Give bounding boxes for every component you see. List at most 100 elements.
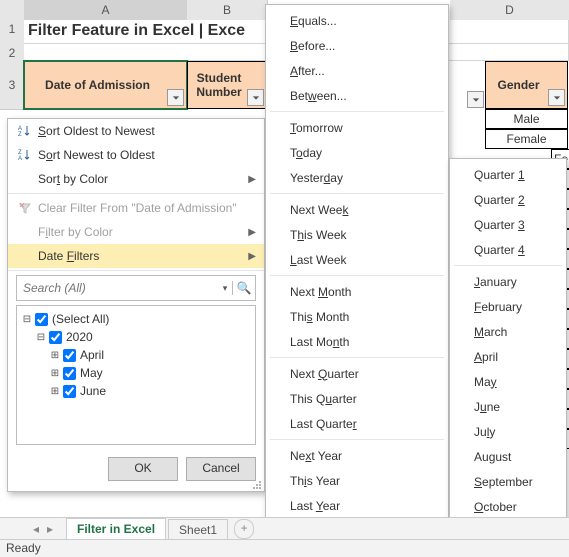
filter-button-D[interactable] [548, 89, 565, 106]
mi-july[interactable]: July [450, 419, 566, 444]
mi-last-week[interactable]: Last Week [266, 247, 448, 272]
label: Quarter 3 [474, 218, 525, 232]
submenu-arrow-icon: ▶ [248, 227, 256, 238]
tree-month-april[interactable]: ⊞ April [21, 346, 251, 364]
checkbox-2020[interactable] [49, 331, 62, 344]
filter-button-B[interactable] [247, 89, 264, 106]
header-gender[interactable]: Gender [485, 61, 568, 109]
mi-next-year[interactable]: Next Year [266, 443, 448, 468]
mi-last-quarter[interactable]: Last Quarter [266, 411, 448, 436]
filter-button-A[interactable] [167, 89, 184, 106]
mi-next-month[interactable]: Next Month [266, 279, 448, 304]
label: October [474, 500, 517, 514]
tab-nav-icons[interactable]: ◂▸ [30, 522, 56, 536]
label: May [80, 366, 103, 380]
mi-october[interactable]: October [450, 494, 566, 519]
label: August [474, 450, 511, 464]
separator [8, 193, 264, 194]
header-student-number[interactable]: Student Number [187, 61, 267, 109]
mi-this-week[interactable]: This Week [266, 222, 448, 247]
header-date-of-admission[interactable]: Date of Admission [24, 61, 187, 109]
checkbox-select-all[interactable] [35, 313, 48, 326]
tree-year-2020[interactable]: ⊟ 2020 [21, 328, 251, 346]
label: Equals... [290, 14, 337, 28]
label: Sort Newest to Oldest [34, 148, 256, 162]
mi-april[interactable]: April [450, 344, 566, 369]
label: This Year [290, 474, 340, 488]
filter-values-tree[interactable]: ⊟ (Select All) ⊟ 2020 ⊞ April ⊞ May ⊞ Ju… [16, 305, 256, 445]
search-scope-dropdown[interactable]: ▾ [218, 283, 232, 294]
collapse-icon[interactable]: ⊟ [21, 314, 33, 325]
resize-grip-icon[interactable] [252, 479, 262, 489]
mi-this-month[interactable]: This Month [266, 304, 448, 329]
tree-month-may[interactable]: ⊞ May [21, 364, 251, 382]
label: Before... [290, 39, 335, 53]
mi-after[interactable]: After... [266, 58, 448, 83]
tree-select-all[interactable]: ⊟ (Select All) [21, 310, 251, 328]
separator [270, 439, 444, 440]
expand-icon[interactable]: ⊞ [49, 350, 61, 361]
tab-sheet1[interactable]: Sheet1 [168, 519, 228, 540]
mi-yesterday[interactable]: Yesterday [266, 165, 448, 190]
label: June [474, 400, 500, 414]
checkbox-april[interactable] [63, 349, 76, 362]
mi-q3[interactable]: Quarter 3 [450, 212, 566, 237]
expand-icon[interactable]: ⊞ [49, 368, 61, 379]
col-header-B[interactable]: B [187, 0, 268, 21]
period-menu: Quarter 1 Quarter 2 Quarter 3 Quarter 4 … [449, 158, 567, 557]
checkbox-june[interactable] [63, 385, 76, 398]
checkbox-may[interactable] [63, 367, 76, 380]
row-header-2[interactable]: 2 [0, 44, 25, 62]
mi-june[interactable]: June [450, 394, 566, 419]
mi-this-quarter[interactable]: This Quarter [266, 386, 448, 411]
mi-this-year[interactable]: This Year [266, 468, 448, 493]
ok-button[interactable]: OK [108, 457, 178, 481]
mi-last-year[interactable]: Last Year [266, 493, 448, 518]
mi-next-week[interactable]: Next Week [266, 197, 448, 222]
mi-september[interactable]: September [450, 469, 566, 494]
date-filters-menu: Equals... Before... After... Between... … [265, 4, 449, 557]
sort-newest-oldest[interactable]: ZA Sort Newest to Oldest [8, 143, 264, 167]
clear-filter: Clear Filter From "Date of Admission" [8, 196, 264, 220]
label: Quarter 2 [474, 193, 525, 207]
cell-gender-2[interactable]: Female [485, 129, 568, 149]
mi-equals[interactable]: Equals... [266, 8, 448, 33]
collapse-icon[interactable]: ⊟ [35, 332, 47, 343]
expand-icon[interactable]: ⊞ [49, 386, 61, 397]
mi-q2[interactable]: Quarter 2 [450, 187, 566, 212]
mi-between[interactable]: Between... [266, 83, 448, 108]
row-header-3[interactable]: 3 [0, 61, 25, 110]
label: (Select All) [52, 312, 109, 326]
sort-by-color[interactable]: Sort by Color ▶ [8, 167, 264, 191]
add-sheet-button[interactable]: + [234, 519, 254, 539]
mi-tomorrow[interactable]: Tomorrow [266, 115, 448, 140]
label: Quarter 1 [474, 168, 525, 182]
mi-march[interactable]: March [450, 319, 566, 344]
select-all-corner[interactable] [0, 0, 25, 21]
cell-gender-1[interactable]: Male [485, 109, 568, 129]
sort-oldest-newest[interactable]: AZ Sort Oldest to Newest [8, 119, 264, 143]
filter-button-C[interactable] [467, 91, 484, 108]
mi-january[interactable]: January [450, 269, 566, 294]
mi-august[interactable]: August [450, 444, 566, 469]
tree-month-june[interactable]: ⊞ June [21, 382, 251, 400]
tab-filter-in-excel[interactable]: Filter in Excel [66, 518, 166, 541]
mi-q1[interactable]: Quarter 1 [450, 162, 566, 187]
row-header-1[interactable]: 1 [0, 20, 25, 45]
col-header-A[interactable]: A [24, 0, 188, 22]
mi-today[interactable]: Today [266, 140, 448, 165]
mi-q4[interactable]: Quarter 4 [450, 237, 566, 262]
status-bar: Ready [0, 539, 569, 557]
date-filters[interactable]: Date Filters ▶ [8, 244, 264, 268]
mi-february[interactable]: February [450, 294, 566, 319]
filter-search[interactable]: ▾ 🔍 [16, 275, 256, 301]
separator [270, 111, 444, 112]
mi-before[interactable]: Before... [266, 33, 448, 58]
cancel-button[interactable]: Cancel [186, 457, 256, 481]
mi-last-month[interactable]: Last Month [266, 329, 448, 354]
mi-may[interactable]: May [450, 369, 566, 394]
col-header-D[interactable]: D [450, 0, 569, 21]
filter-search-input[interactable] [17, 279, 218, 297]
mi-next-quarter[interactable]: Next Quarter [266, 361, 448, 386]
label: September [474, 475, 533, 489]
